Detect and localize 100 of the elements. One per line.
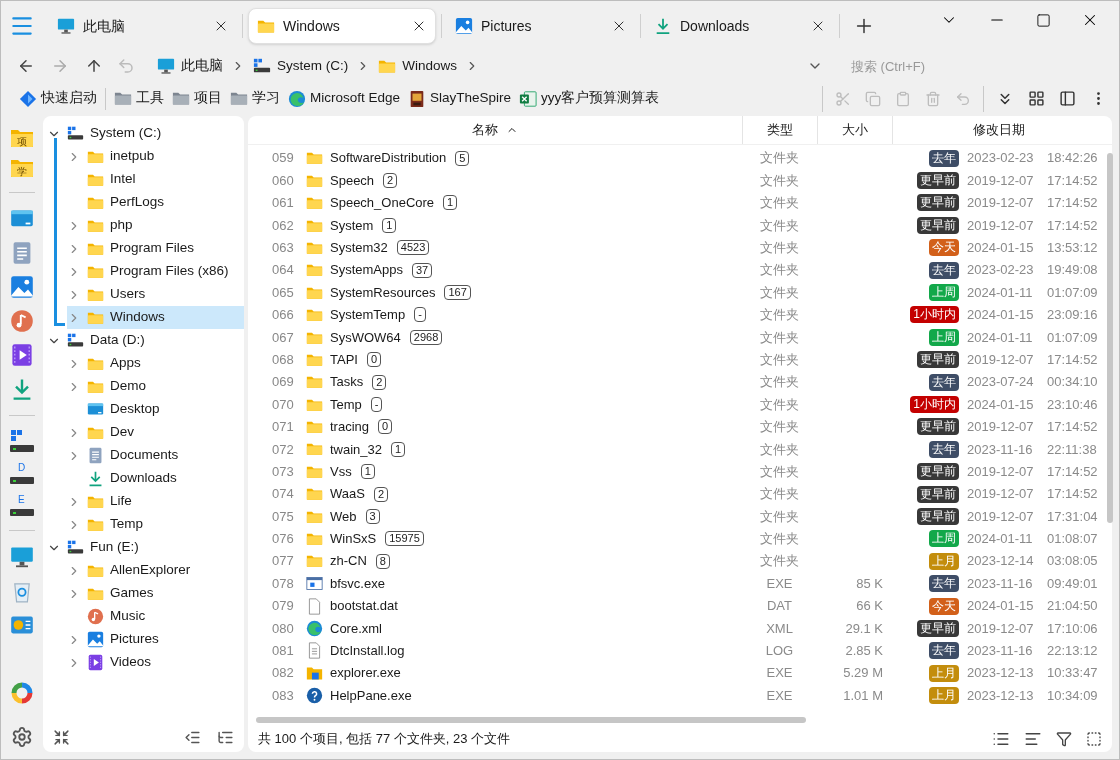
up-icon[interactable] <box>85 57 103 75</box>
modified-date: 2019-12-07 <box>967 194 1035 213</box>
color-wheel-icon[interactable] <box>11 682 33 704</box>
tree-item[interactable]: Downloads <box>67 467 244 490</box>
shortcut-item[interactable]: yyy客户预算测算表 <box>519 88 660 109</box>
shortcut-item[interactable]: 快速启动 <box>19 88 97 109</box>
filter-icon[interactable] <box>1056 731 1072 747</box>
file-name[interactable]: System <box>330 215 374 236</box>
modified-date: 2024-01-15 <box>967 395 1035 414</box>
tree-label: Demo <box>110 377 146 396</box>
column-header[interactable]: 修改日期 <box>892 116 1104 144</box>
tree-item[interactable]: Data (D:) <box>47 329 244 352</box>
file-name[interactable]: Vss <box>330 461 352 482</box>
file-name[interactable]: SystemTemp <box>330 305 406 325</box>
drive-icon[interactable] <box>10 430 34 452</box>
search-field[interactable]: 搜索 (Ctrl+F) <box>843 53 1113 79</box>
grid-icon[interactable] <box>1028 90 1045 107</box>
column-header[interactable]: 大小 <box>817 116 892 144</box>
file-name[interactable]: SysWOW64 <box>330 327 401 348</box>
file-name[interactable]: explorer.exe <box>330 663 401 683</box>
pinned-folder-icon[interactable]: 学 <box>10 158 34 178</box>
file-name[interactable]: zh-CN <box>330 551 367 571</box>
file-name[interactable]: twain_32 <box>330 439 383 459</box>
tree-item[interactable]: Apps <box>67 352 244 375</box>
list-view-icon[interactable] <box>992 730 1010 748</box>
file-name[interactable]: Temp <box>330 394 362 415</box>
file-name[interactable]: SystemApps <box>330 260 403 280</box>
tree-item[interactable]: Users <box>67 283 244 306</box>
tab[interactable]: Pictures <box>447 8 635 44</box>
tree-item[interactable]: Dev <box>67 421 244 444</box>
horizontal-scrollbar[interactable] <box>256 717 806 723</box>
tree-item[interactable]: Windows <box>67 306 244 329</box>
details-view-icon[interactable] <box>1024 730 1042 748</box>
tree-item[interactable]: System (C:) <box>47 122 244 145</box>
modified-time: 22:13:12 <box>1047 642 1099 661</box>
tree-label: AllenExplorer <box>110 561 191 580</box>
file-name[interactable]: Speech <box>330 170 375 191</box>
folder-icon <box>87 241 104 256</box>
pinned-folder-icon[interactable]: 项 <box>10 128 34 148</box>
tab[interactable]: Downloads <box>646 8 834 44</box>
column-header[interactable]: 名称 <box>248 116 742 144</box>
tree-item[interactable]: Life <box>67 490 244 513</box>
shortcut-item[interactable]: Microsoft Edge <box>288 88 401 109</box>
tree-label: inetpub <box>110 147 155 166</box>
tree-item[interactable]: Demo <box>67 375 244 398</box>
file-name[interactable]: Core.xml <box>330 618 382 639</box>
tree-item[interactable]: Intel <box>67 168 244 191</box>
file-name[interactable]: tracing <box>330 417 370 437</box>
tree-item[interactable]: Program Files (x86) <box>67 260 244 283</box>
tree-item[interactable]: Documents <box>67 444 244 467</box>
shortcut-item[interactable]: SlayTheSpire <box>408 88 512 109</box>
column-header[interactable]: 类型 <box>742 116 817 144</box>
file-name[interactable]: DtcInstall.log <box>330 641 405 661</box>
file-name[interactable]: SoftwareDistribution <box>330 148 447 168</box>
file-name[interactable]: SystemResources <box>330 282 436 303</box>
tab[interactable]: 此电脑 <box>49 8 237 44</box>
tree-item[interactable]: Games <box>67 582 244 605</box>
tree-item[interactable]: AllenExplorer <box>67 559 244 582</box>
maximize-icon[interactable] <box>1036 12 1051 28</box>
file-name[interactable]: WaaS <box>330 484 365 504</box>
tree-item[interactable]: inetpub <box>67 145 244 168</box>
shortcut-item[interactable]: 工具 <box>114 88 164 109</box>
tree-item[interactable]: Temp <box>67 513 244 536</box>
modified-date: 2019-12-07 <box>967 462 1035 481</box>
shortcut-item[interactable]: 学习 <box>230 88 280 109</box>
age-badge: 去年 <box>929 575 959 593</box>
select-icon[interactable] <box>1086 731 1102 747</box>
tree-item[interactable]: php <box>67 214 244 237</box>
settings-icon[interactable] <box>11 726 33 748</box>
file-name[interactable]: Tasks <box>330 372 364 392</box>
tree-item[interactable]: Videos <box>67 651 244 674</box>
tree-item[interactable]: Desktop <box>67 398 244 421</box>
file-name[interactable]: System32 <box>330 238 388 258</box>
file-name[interactable]: bfsvc.exe <box>330 573 385 594</box>
file-type: 文件夹 <box>759 530 800 549</box>
breadcrumb-item[interactable]: System (C:) <box>249 55 353 77</box>
breadcrumb-item[interactable]: Windows <box>374 55 462 77</box>
file-name[interactable]: bootstat.dat <box>330 596 398 616</box>
shortcut-item[interactable]: 项目 <box>172 88 222 109</box>
collapse-icon[interactable] <box>53 728 70 746</box>
tab[interactable]: Windows <box>248 8 436 44</box>
tree-item[interactable]: Pictures <box>67 628 244 651</box>
vertical-scrollbar[interactable] <box>1107 153 1113 523</box>
tree-label: Users <box>110 285 146 304</box>
file-name[interactable]: TAPI <box>330 349 358 370</box>
breadcrumb-item[interactable]: 此电脑 <box>153 55 227 77</box>
file-name[interactable]: Speech_OneCore <box>330 193 435 213</box>
tree-item[interactable]: Music <box>67 605 244 628</box>
tree-item[interactable]: PerfLogs <box>67 191 244 214</box>
row-number: 068 <box>271 350 295 369</box>
tree-item[interactable]: Program Files <box>67 237 244 260</box>
file-name[interactable]: HelpPane.exe <box>330 685 412 706</box>
tree-label: System (C:) <box>90 124 162 143</box>
file-name[interactable]: Web <box>330 506 357 527</box>
row-number: 080 <box>271 619 295 638</box>
back-icon[interactable] <box>17 57 35 75</box>
file-name[interactable]: WinSxS <box>330 529 377 549</box>
modified-time: 13:53:12 <box>1047 239 1099 257</box>
tree-item[interactable]: Fun (E:) <box>47 536 244 559</box>
panel-icon[interactable] <box>1059 90 1076 107</box>
